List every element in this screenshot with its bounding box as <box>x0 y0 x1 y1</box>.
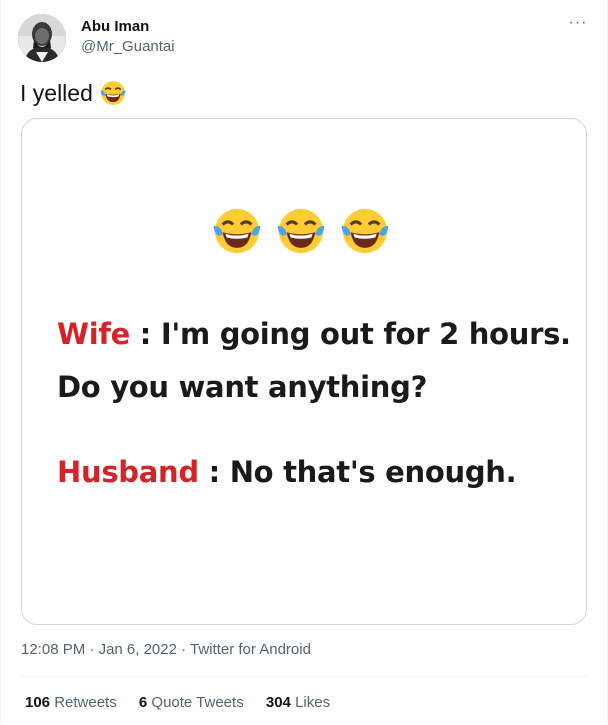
tears-of-joy-icon <box>99 79 127 116</box>
tweet-metadata: 12:08 PM · Jan 6, 2022 · Twitter for And… <box>21 641 311 658</box>
author-handle[interactable]: @Mr_Guantai <box>81 37 175 57</box>
divider <box>20 676 588 677</box>
meme-text-wife: : I'm going out for 2 hours. <box>130 317 571 351</box>
tweet-media-image[interactable]: Wife : I'm going out for 2 hours. Do you… <box>21 118 587 625</box>
avatar-photo <box>18 14 66 62</box>
tweet-text-content: I yelled <box>20 80 93 106</box>
tweet-header: Abu Iman @Mr_Guantai ··· <box>18 14 590 64</box>
media-emoji-row <box>211 205 403 255</box>
tweet-date[interactable]: Jan 6, 2022 <box>99 641 177 658</box>
meme-line-husband: Husband : No that's enough. <box>57 455 517 489</box>
likes-stat[interactable]: 304 Likes <box>266 694 330 711</box>
tweet-text: I yelled <box>20 76 127 116</box>
meta-separator: · <box>85 641 99 658</box>
tears-of-joy-icon <box>213 208 261 254</box>
avatar[interactable] <box>18 14 66 62</box>
meme-text-husband: : No that's enough. <box>198 455 517 489</box>
quote-tweets-count: 6 <box>138 694 148 711</box>
likes-count: 304 <box>265 694 291 711</box>
quote-tweets-label: Quote Tweets <box>147 694 244 711</box>
retweets-label: Retweets <box>50 694 117 711</box>
tears-of-joy-icon <box>341 208 389 254</box>
retweets-stat[interactable]: 106 Retweets <box>25 694 117 711</box>
meme-line-question: Do you want anything? <box>57 370 428 404</box>
meme-speaker-husband: Husband <box>57 455 199 489</box>
retweets-count: 106 <box>25 694 51 711</box>
meme-line-wife: Wife : I'm going out for 2 hours. <box>57 317 571 351</box>
likes-label: Likes <box>290 694 331 711</box>
tears-of-joy-icon <box>277 208 325 254</box>
more-options-icon[interactable]: ··· <box>566 14 590 34</box>
author-display-name[interactable]: Abu Iman <box>81 17 175 37</box>
tweet-source[interactable]: Twitter for Android <box>190 641 311 658</box>
meme-speaker-wife: Wife <box>57 317 131 351</box>
quote-tweets-stat[interactable]: 6 Quote Tweets <box>139 694 244 711</box>
meta-separator: · <box>176 641 191 658</box>
tweet-stats: 106 Retweets 6 Quote Tweets 304 Likes <box>25 694 348 711</box>
tweet-time[interactable]: 12:08 PM <box>21 641 85 658</box>
